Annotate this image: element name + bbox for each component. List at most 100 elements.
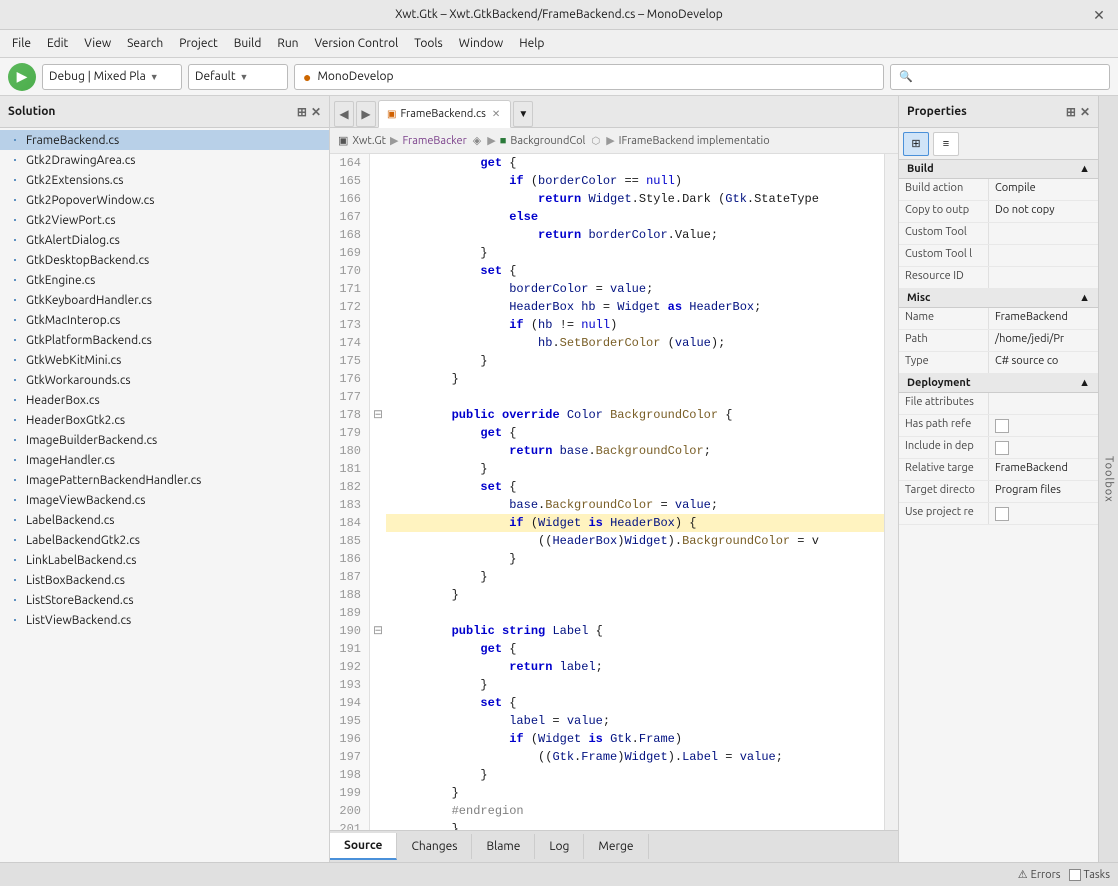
prop-value-build-action[interactable]: Compile: [989, 179, 1098, 200]
line-content[interactable]: HeaderBox hb = Widget as HeaderBox;: [386, 298, 761, 316]
prop-checkbox-include-dep[interactable]: [995, 441, 1009, 455]
menu-window[interactable]: Window: [451, 35, 511, 52]
sidebar-item[interactable]: ⬝Gtk2DrawingArea.cs: [0, 150, 329, 170]
code-content[interactable]: 164 get {165 if (borderColor == null)166…: [330, 154, 884, 830]
properties-tab-list[interactable]: ≡: [933, 132, 959, 156]
sidebar-item[interactable]: ⬝ImageHandler.cs: [0, 450, 329, 470]
line-content[interactable]: get {: [386, 424, 516, 442]
line-content[interactable]: if (borderColor == null): [386, 172, 682, 190]
prop-value-copy-output[interactable]: Do not copy: [989, 201, 1098, 222]
properties-tab-grid[interactable]: ⊞: [903, 132, 929, 156]
section-deployment-collapse[interactable]: ▲: [1079, 377, 1090, 389]
line-content[interactable]: }: [386, 460, 488, 478]
line-content[interactable]: return base.BackgroundColor;: [386, 442, 711, 460]
build-config-dropdown[interactable]: Default ▼: [188, 64, 288, 90]
section-build-collapse[interactable]: ▲: [1079, 163, 1090, 175]
line-content[interactable]: }: [386, 550, 516, 568]
menu-file[interactable]: File: [4, 35, 39, 52]
sidebar-item[interactable]: ⬝HeaderBox.cs: [0, 390, 329, 410]
prop-value-resource-id[interactable]: [989, 267, 1098, 288]
line-content[interactable]: hb.SetBorderColor (value);: [386, 334, 725, 352]
line-content[interactable]: get {: [386, 154, 516, 172]
line-content[interactable]: ((HeaderBox)Widget).BackgroundColor = v: [386, 532, 819, 550]
line-content[interactable]: }: [386, 766, 488, 784]
menu-help[interactable]: Help: [511, 35, 552, 52]
tab-next-button[interactable]: ▶: [356, 101, 376, 127]
menu-search[interactable]: Search: [119, 35, 171, 52]
prop-value-name[interactable]: FrameBackend: [989, 308, 1098, 329]
prop-value-custom-tool[interactable]: [989, 223, 1098, 244]
line-content[interactable]: }: [386, 586, 459, 604]
bottom-tab-blame[interactable]: Blame: [472, 834, 535, 859]
sidebar-item[interactable]: ⬝LabelBackendGtk2.cs: [0, 530, 329, 550]
prop-value-file-attr[interactable]: [989, 393, 1098, 414]
collapse-icon[interactable]: ⊟: [373, 624, 383, 638]
line-content[interactable]: #endregion: [386, 802, 524, 820]
line-content[interactable]: public override Color BackgroundColor {: [386, 406, 733, 424]
line-content[interactable]: }: [386, 784, 459, 802]
sidebar-item[interactable]: ⬝ImageBuilderBackend.cs: [0, 430, 329, 450]
line-content[interactable]: return label;: [386, 658, 603, 676]
line-content[interactable]: borderColor = value;: [386, 280, 653, 298]
line-content[interactable]: if (Widget is HeaderBox) {: [386, 514, 884, 532]
debug-config-dropdown[interactable]: Debug | Mixed Pla ▼: [42, 64, 182, 90]
prop-checkbox-has-path[interactable]: [995, 419, 1009, 433]
bottom-tab-merge[interactable]: Merge: [584, 834, 648, 859]
sidebar-item[interactable]: ⬝ListBoxBackend.cs: [0, 570, 329, 590]
editor-scrollbar[interactable]: [884, 154, 898, 830]
bottom-tab-source[interactable]: Source: [330, 833, 397, 860]
prop-value-path[interactable]: /home/jedi/Pr: [989, 330, 1098, 351]
prop-value-custom-tool-l[interactable]: [989, 245, 1098, 266]
tab-close-button[interactable]: ✕: [490, 108, 502, 120]
line-content[interactable]: if (Widget is Gtk.Frame): [386, 730, 682, 748]
sidebar-item[interactable]: ⬝GtkPlatformBackend.cs: [0, 330, 329, 350]
bottom-tab-changes[interactable]: Changes: [397, 834, 472, 859]
breadcrumb-part3[interactable]: BackgroundCol: [510, 135, 585, 147]
sidebar-item[interactable]: ⬝ListStoreBackend.cs: [0, 590, 329, 610]
line-content[interactable]: label = value;: [386, 712, 610, 730]
tab-dropdown-button[interactable]: ▼: [513, 101, 533, 127]
properties-close-icon[interactable]: ✕: [1080, 105, 1090, 119]
sidebar-item[interactable]: ⬝LabelBackend.cs: [0, 510, 329, 530]
sidebar-icon-1[interactable]: ⊞: [297, 105, 307, 119]
line-content[interactable]: ((Gtk.Frame)Widget).Label = value;: [386, 748, 783, 766]
line-content[interactable]: [386, 604, 394, 622]
errors-button[interactable]: ⚠ Errors: [1018, 868, 1061, 881]
sidebar-item[interactable]: ⬝GtkKeyboardHandler.cs: [0, 290, 329, 310]
line-content[interactable]: }: [386, 370, 459, 388]
line-content[interactable]: }: [386, 568, 488, 586]
bottom-tab-log[interactable]: Log: [535, 834, 584, 859]
properties-icon-expand[interactable]: ⊞: [1066, 105, 1076, 119]
line-content[interactable]: get {: [386, 640, 516, 658]
collapse-icon[interactable]: ⊟: [373, 408, 383, 422]
collapse-cell[interactable]: ⊟: [370, 622, 386, 640]
sidebar-item[interactable]: ⬝GtkMacInterop.cs: [0, 310, 329, 330]
line-content[interactable]: base.BackgroundColor = value;: [386, 496, 718, 514]
sidebar-item[interactable]: ⬝ImagePatternBackendHandler.cs: [0, 470, 329, 490]
line-content[interactable]: return Widget.Style.Dark (Gtk.StateType: [386, 190, 819, 208]
sidebar-item[interactable]: ⬝GtkWorkarounds.cs: [0, 370, 329, 390]
menu-run[interactable]: Run: [269, 35, 306, 52]
sidebar-item[interactable]: ⬝GtkAlertDialog.cs: [0, 230, 329, 250]
close-icon[interactable]: ✕: [1090, 6, 1108, 24]
line-content[interactable]: [386, 388, 394, 406]
line-content[interactable]: public string Label {: [386, 622, 603, 640]
line-content[interactable]: set {: [386, 694, 516, 712]
sidebar-item[interactable]: ⬝Gtk2Extensions.cs: [0, 170, 329, 190]
active-tab[interactable]: ▣ FrameBackend.cs ✕: [378, 100, 511, 128]
collapse-cell[interactable]: ⊟: [370, 406, 386, 424]
sidebar-item[interactable]: ⬝ListViewBackend.cs: [0, 610, 329, 630]
sidebar-item[interactable]: ⬝Gtk2ViewPort.cs: [0, 210, 329, 230]
line-content[interactable]: }: [386, 352, 488, 370]
menu-view[interactable]: View: [76, 35, 119, 52]
prop-checkbox-use-proj[interactable]: [995, 507, 1009, 521]
breadcrumb-part4[interactable]: IFrameBackend implementatio: [619, 135, 770, 147]
sidebar-item[interactable]: ⬝GtkWebKitMini.cs: [0, 350, 329, 370]
prop-value-target-dir[interactable]: Program files: [989, 481, 1098, 502]
line-content[interactable]: set {: [386, 262, 516, 280]
sidebar-item[interactable]: ⬝ImageViewBackend.cs: [0, 490, 329, 510]
prop-value-rel-target[interactable]: FrameBackend: [989, 459, 1098, 480]
menu-build[interactable]: Build: [226, 35, 270, 52]
breadcrumb-part1[interactable]: Xwt.Gt: [352, 135, 386, 147]
sidebar-item[interactable]: ⬝GtkEngine.cs: [0, 270, 329, 290]
